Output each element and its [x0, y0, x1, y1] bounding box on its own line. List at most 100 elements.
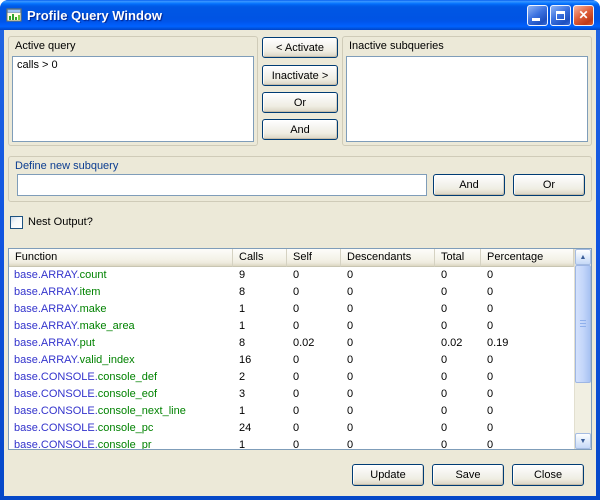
- table-row[interactable]: base.CONSOLE.console_def20000: [9, 369, 574, 386]
- value-cell: 0: [341, 420, 435, 437]
- function-cell: base.ARRAY.make_area: [9, 318, 233, 335]
- value-cell: 0: [481, 318, 574, 335]
- column-header-descendants[interactable]: Descendants: [341, 249, 435, 267]
- save-button[interactable]: Save: [432, 464, 504, 486]
- titlebar[interactable]: Profile Query Window ✕: [0, 0, 600, 30]
- maximize-button[interactable]: [550, 5, 571, 26]
- value-cell: 0: [287, 403, 341, 420]
- dialog-body: Active query calls > 0 < Activate Inacti…: [4, 30, 596, 496]
- value-cell: 0: [341, 301, 435, 318]
- value-cell: 0: [435, 369, 481, 386]
- inactivate-button[interactable]: Inactivate >: [262, 65, 338, 86]
- function-cell: base.CONSOLE.console_eof: [9, 386, 233, 403]
- value-cell: 0: [341, 386, 435, 403]
- table-row[interactable]: base.CONSOLE.console_pr10000: [9, 437, 574, 449]
- column-header-percentage[interactable]: Percentage: [481, 249, 574, 267]
- subquery-and-button[interactable]: And: [433, 174, 505, 196]
- active-query-item[interactable]: calls > 0: [13, 57, 253, 73]
- column-header-calls[interactable]: Calls: [233, 249, 287, 267]
- column-header-self[interactable]: Self: [287, 249, 341, 267]
- scroll-up-icon: ▲: [580, 254, 587, 261]
- table-body: base.ARRAY.count90000base.ARRAY.item8000…: [9, 267, 574, 449]
- value-cell: 0: [341, 403, 435, 420]
- value-cell: 0.02: [287, 335, 341, 352]
- value-cell: 0: [287, 437, 341, 449]
- subquery-input[interactable]: [17, 174, 427, 196]
- value-cell: 0: [481, 267, 574, 284]
- value-cell: 0: [287, 386, 341, 403]
- active-query-label: Active query: [9, 37, 257, 54]
- minimize-icon: [532, 18, 540, 21]
- value-cell: 24: [233, 420, 287, 437]
- column-header-total[interactable]: Total: [435, 249, 481, 267]
- nest-output-checkbox[interactable]: [10, 216, 23, 229]
- vertical-scrollbar[interactable]: ▲ ▼: [574, 249, 591, 449]
- value-cell: 1: [233, 403, 287, 420]
- table-row[interactable]: base.ARRAY.make10000: [9, 301, 574, 318]
- inactive-subqueries-list[interactable]: [346, 56, 588, 142]
- function-cell: base.CONSOLE.console_pr: [9, 437, 233, 449]
- define-subquery-label: Define new subquery: [9, 157, 591, 174]
- table-row[interactable]: base.ARRAY.put80.0200.020.19: [9, 335, 574, 352]
- value-cell: 9: [233, 267, 287, 284]
- active-query-group: Active query calls > 0: [8, 36, 258, 146]
- app-icon: [6, 7, 22, 23]
- value-cell: 2: [233, 369, 287, 386]
- update-button[interactable]: Update: [352, 464, 424, 486]
- or-transfer-button[interactable]: Or: [262, 92, 338, 113]
- scrollbar-thumb[interactable]: [575, 265, 591, 383]
- table-main: Function Calls Self Descendants Total Pe…: [9, 249, 574, 449]
- value-cell: 0: [287, 369, 341, 386]
- scroll-down-button[interactable]: ▼: [575, 433, 591, 449]
- value-cell: 0: [481, 437, 574, 449]
- value-cell: 0: [481, 284, 574, 301]
- table-row[interactable]: base.CONSOLE.console_pc240000: [9, 420, 574, 437]
- scroll-up-button[interactable]: ▲: [575, 249, 591, 265]
- value-cell: 0: [287, 318, 341, 335]
- function-cell: base.ARRAY.item: [9, 284, 233, 301]
- table-header: Function Calls Self Descendants Total Pe…: [9, 249, 574, 267]
- activate-button[interactable]: < Activate: [262, 37, 338, 58]
- column-header-function[interactable]: Function: [9, 249, 233, 267]
- value-cell: 0: [435, 318, 481, 335]
- table-row[interactable]: base.CONSOLE.console_eof30000: [9, 386, 574, 403]
- and-transfer-button[interactable]: And: [262, 119, 338, 140]
- value-cell: 0: [435, 403, 481, 420]
- value-cell: 8: [233, 335, 287, 352]
- value-cell: 0: [341, 352, 435, 369]
- value-cell: 1: [233, 318, 287, 335]
- table-row[interactable]: base.ARRAY.make_area10000: [9, 318, 574, 335]
- subquery-or-button[interactable]: Or: [513, 174, 585, 196]
- value-cell: 0: [287, 284, 341, 301]
- value-cell: 1: [233, 437, 287, 449]
- function-cell: base.CONSOLE.console_next_line: [9, 403, 233, 420]
- close-button[interactable]: ✕: [573, 5, 594, 26]
- value-cell: 0: [287, 420, 341, 437]
- define-subquery-group: Define new subquery And Or: [8, 156, 592, 202]
- nest-output-label: Nest Output?: [28, 216, 93, 228]
- value-cell: 0: [341, 437, 435, 449]
- value-cell: 3: [233, 386, 287, 403]
- value-cell: 0: [435, 267, 481, 284]
- window-title: Profile Query Window: [27, 8, 522, 23]
- table-row[interactable]: base.ARRAY.valid_index160000: [9, 352, 574, 369]
- value-cell: 0: [481, 301, 574, 318]
- table-row[interactable]: base.ARRAY.item80000: [9, 284, 574, 301]
- value-cell: 1: [233, 301, 287, 318]
- value-cell: 0: [481, 420, 574, 437]
- dialog-close-button[interactable]: Close: [512, 464, 584, 486]
- value-cell: 0: [481, 386, 574, 403]
- minimize-button[interactable]: [527, 5, 548, 26]
- profile-query-window: Profile Query Window ✕ Active query call…: [0, 0, 600, 500]
- value-cell: 0: [435, 420, 481, 437]
- table-row[interactable]: base.CONSOLE.console_next_line10000: [9, 403, 574, 420]
- active-query-list[interactable]: calls > 0: [12, 56, 254, 142]
- value-cell: 0.19: [481, 335, 574, 352]
- value-cell: 0: [287, 301, 341, 318]
- inactive-subqueries-label: Inactive subqueries: [343, 37, 591, 54]
- value-cell: 0: [481, 352, 574, 369]
- table-row[interactable]: base.ARRAY.count90000: [9, 267, 574, 284]
- value-cell: 0: [435, 352, 481, 369]
- value-cell: 0: [435, 386, 481, 403]
- value-cell: 0.02: [435, 335, 481, 352]
